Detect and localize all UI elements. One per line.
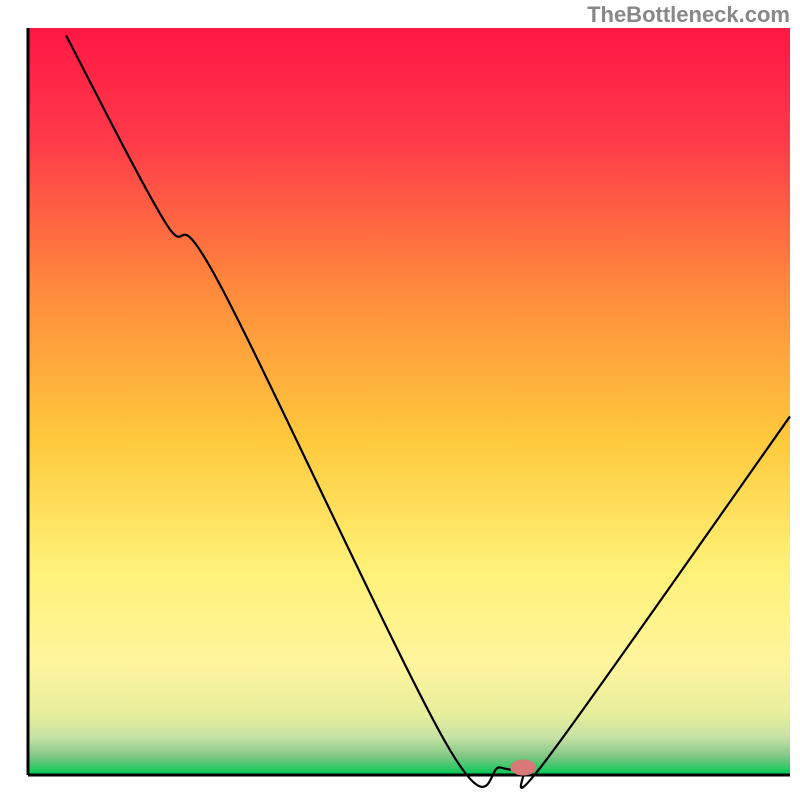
marker-dot — [510, 760, 536, 776]
watermark-text: TheBottleneck.com — [587, 2, 790, 28]
chart-container: TheBottleneck.com — [0, 0, 800, 800]
gradient-background — [28, 28, 790, 775]
chart-svg — [0, 0, 800, 800]
